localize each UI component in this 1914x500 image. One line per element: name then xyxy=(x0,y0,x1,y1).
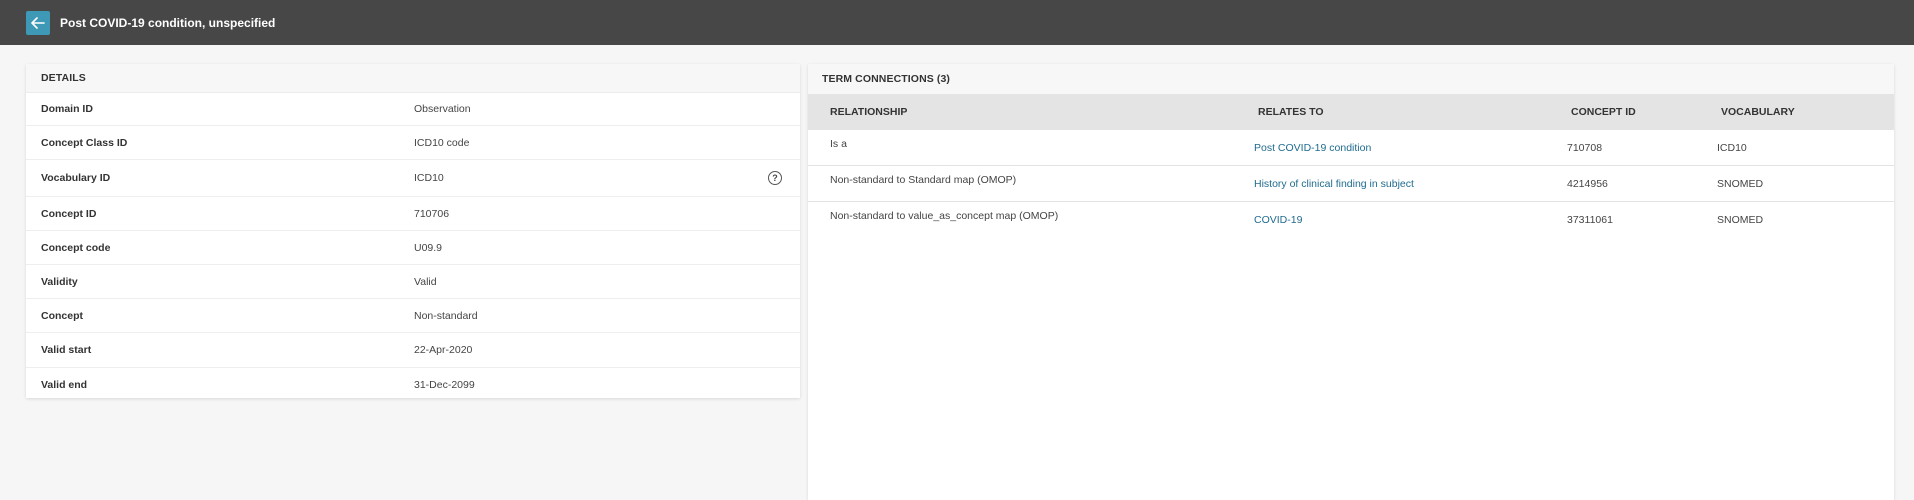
detail-label: Concept xyxy=(41,309,83,322)
detail-label: Concept Class ID xyxy=(41,136,128,149)
detail-row-vocabulary-id: Vocabulary ID ICD10 ? xyxy=(26,160,800,197)
detail-value: 31-Dec-2099 xyxy=(414,378,475,391)
page-title: Post COVID-19 condition, unspecified xyxy=(60,15,276,30)
column-header-relationship[interactable]: RELATIONSHIP xyxy=(830,106,907,118)
relates-to-link[interactable]: COVID-19 xyxy=(1254,214,1302,226)
table-header-row: RELATIONSHIP RELATES TO CONCEPT ID VOCAB… xyxy=(808,94,1894,130)
column-header-concept-id[interactable]: CONCEPT ID xyxy=(1571,106,1636,118)
term-connections-table-body: Is a Post COVID-19 condition 710708 ICD1… xyxy=(808,130,1894,237)
relates-to-link[interactable]: History of clinical finding in subject xyxy=(1254,178,1414,190)
detail-value: U09.9 xyxy=(414,241,443,254)
detail-row-concept-code: Concept code U09.9 xyxy=(26,231,800,265)
detail-row-validity: Validity Valid xyxy=(26,265,800,299)
concept-id-cell: 710708 xyxy=(1567,142,1603,154)
top-bar: Post COVID-19 condition, unspecified xyxy=(0,0,1914,45)
detail-row-valid-end: Valid end 31-Dec-2099 xyxy=(26,368,800,401)
back-button[interactable] xyxy=(26,10,50,35)
detail-value: 710706 xyxy=(414,207,450,220)
vocabulary-cell: SNOMED xyxy=(1717,178,1764,190)
detail-row-domain-id: Domain ID Observation xyxy=(26,93,800,126)
relationship-cell: Non-standard to value_as_concept map (OM… xyxy=(830,210,1059,222)
detail-label: Vocabulary ID xyxy=(41,172,111,184)
arrow-left-icon xyxy=(31,16,45,29)
details-card: DETAILS Domain ID Observation Concept Cl… xyxy=(26,64,800,398)
table-row: Non-standard to value_as_concept map (OM… xyxy=(808,202,1894,237)
concept-id-cell: 37311061 xyxy=(1567,214,1613,226)
detail-label: Valid end xyxy=(41,378,88,391)
detail-value: Valid xyxy=(414,275,437,288)
term-connections-card: TERM CONNECTIONS (3) RELATIONSHIP RELATE… xyxy=(808,64,1894,500)
detail-row-concept: Concept Non-standard xyxy=(26,299,800,333)
table-row: Is a Post COVID-19 condition 710708 ICD1… xyxy=(808,130,1894,166)
relationship-cell: Non-standard to Standard map (OMOP) xyxy=(830,174,1017,186)
detail-label: Concept code xyxy=(41,241,111,254)
details-header: DETAILS xyxy=(26,64,800,93)
detail-row-valid-start: Valid start 22-Apr-2020 xyxy=(26,333,800,368)
detail-value: Observation xyxy=(414,103,471,115)
vocabulary-cell: ICD10 xyxy=(1717,142,1747,154)
detail-label: Concept ID xyxy=(41,207,97,220)
table-row: Non-standard to Standard map (OMOP) Hist… xyxy=(808,166,1894,202)
detail-value: ICD10 code xyxy=(414,136,470,149)
question-circle-icon[interactable]: ? xyxy=(768,171,782,185)
detail-label: Validity xyxy=(41,275,78,288)
column-header-vocabulary[interactable]: VOCABULARY xyxy=(1721,106,1795,118)
detail-row-concept-id: Concept ID 710706 xyxy=(26,197,800,231)
detail-row-concept-class-id: Concept Class ID ICD10 code xyxy=(26,126,800,160)
detail-value: Non-standard xyxy=(414,309,478,322)
detail-label: Domain ID xyxy=(41,103,93,115)
relates-to-link[interactable]: Post COVID-19 condition xyxy=(1254,142,1371,154)
concept-id-cell: 4214956 xyxy=(1567,178,1608,190)
column-header-relates-to[interactable]: RELATES TO xyxy=(1258,106,1324,118)
detail-label: Valid start xyxy=(41,344,92,356)
detail-value: ICD10 xyxy=(414,172,444,184)
term-connections-header: TERM CONNECTIONS (3) xyxy=(808,64,1894,94)
vocabulary-cell: SNOMED xyxy=(1717,214,1764,226)
details-list: Domain ID Observation Concept Class ID I… xyxy=(26,93,800,401)
detail-value: 22-Apr-2020 xyxy=(414,344,473,356)
relationship-cell: Is a xyxy=(830,138,847,150)
